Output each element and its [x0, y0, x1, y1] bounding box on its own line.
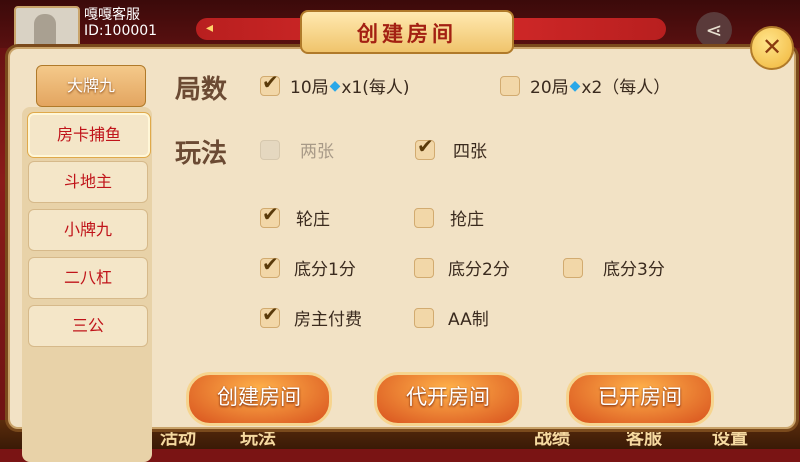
close-button[interactable]: ✕ [750, 26, 794, 70]
score-option-1[interactable]: ✔ 底分1分 [260, 252, 356, 280]
check-icon: ✔ [262, 301, 279, 326]
proxy-room-button[interactable]: 代开房间 [374, 372, 522, 426]
checkbox-rotate-banker[interactable]: ✔ [260, 202, 280, 228]
user-name: 嘎嘎客服 [84, 7, 140, 23]
play-two-label: 两张 [300, 142, 334, 162]
play-option-two: 两张 [260, 137, 334, 162]
play-four-label: 四张 [453, 142, 487, 162]
play-label: 玩法 [175, 139, 228, 169]
sidebar-item-er-ba-gang[interactable]: 二八杠 [28, 257, 148, 299]
checkbox-score-3[interactable] [563, 257, 583, 278]
score-option-3[interactable]: 底分3分 [563, 255, 665, 280]
checkbox-score-2[interactable] [414, 257, 434, 278]
banker-option-grab[interactable]: 抢庄 [414, 205, 484, 230]
rounds-20-cost: x2（每人） [581, 78, 671, 98]
rounds-10-cost: x1(每人) [341, 78, 410, 98]
checkbox-owner-pays[interactable]: ✔ [260, 302, 280, 328]
check-icon: ✔ [262, 69, 279, 94]
user-id: ID:100001 [84, 23, 158, 39]
opened-rooms-button[interactable]: 已开房间 [566, 372, 714, 426]
payment-option-aa[interactable]: AA制 [414, 305, 489, 330]
banker-grab-label: 抢庄 [450, 210, 484, 230]
checkbox-aa[interactable] [414, 307, 434, 328]
sidebar-item-dou-di-zhu[interactable]: 斗地主 [28, 161, 148, 203]
score-option-2[interactable]: 底分2分 [414, 255, 510, 280]
speaker-icon: ◂ [206, 20, 214, 36]
score-1-label: 底分1分 [294, 260, 356, 280]
checkbox-grab-banker[interactable] [414, 207, 434, 228]
dialog-title: 创建房间 [357, 21, 457, 46]
checkbox-two-cards [260, 139, 280, 160]
play-option-four[interactable]: ✔ 四张 [415, 134, 487, 162]
avatar-figure [34, 14, 56, 48]
payment-owner-label: 房主付费 [294, 310, 362, 330]
checkbox-four-cards[interactable]: ✔ [415, 134, 435, 160]
avatar[interactable] [14, 6, 80, 50]
sidebar-item-xiao-pai-jiu[interactable]: 小牌九 [28, 209, 148, 251]
check-icon: ✔ [262, 201, 279, 226]
rounds-20-label: 20局 [530, 78, 569, 98]
banker-option-rotate[interactable]: ✔ 轮庄 [260, 202, 330, 230]
rounds-label: 局数 [175, 75, 228, 105]
checkbox-rounds-20[interactable] [500, 75, 520, 96]
diamond-icon: ◆ [329, 77, 341, 94]
checkbox-rounds-10[interactable]: ✔ [260, 70, 280, 96]
dialog-title-banner: 创建房间 [300, 10, 514, 54]
score-2-label: 底分2分 [448, 260, 510, 280]
diamond-icon: ◆ [569, 77, 581, 94]
score-3-label: 底分3分 [603, 260, 665, 280]
payment-option-owner[interactable]: ✔ 房主付费 [260, 302, 362, 330]
check-icon: ✔ [417, 133, 434, 158]
share-icon[interactable]: ⋖ [696, 12, 732, 48]
check-icon: ✔ [262, 251, 279, 276]
banker-rotate-label: 轮庄 [296, 210, 330, 230]
checkbox-score-1[interactable]: ✔ [260, 252, 280, 278]
payment-aa-label: AA制 [448, 310, 489, 330]
sidebar-item-fang-ka-bu-yu[interactable]: 房卡捕鱼 [28, 113, 150, 157]
rounds-option-10[interactable]: ✔ 10局 ◆ x1(每人) [260, 70, 410, 98]
sidebar-item-da-pai-jiu[interactable]: 大牌九 [36, 65, 146, 107]
create-room-button[interactable]: 创建房间 [186, 372, 332, 426]
sidebar-item-san-gong[interactable]: 三公 [28, 305, 148, 347]
rounds-10-label: 10局 [290, 78, 329, 98]
rounds-option-20[interactable]: 20局 ◆ x2（每人） [500, 73, 670, 98]
